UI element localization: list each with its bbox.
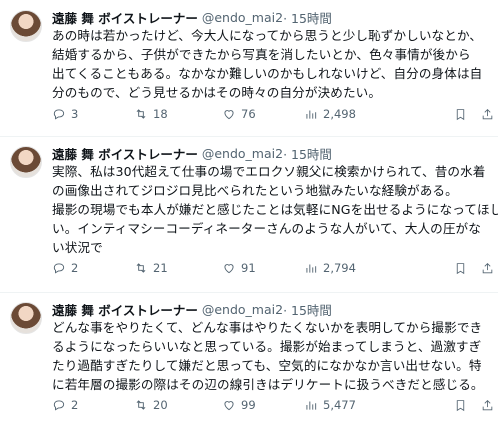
bookmark-button[interactable]	[454, 108, 467, 121]
retweet-icon	[136, 109, 146, 119]
tweet-actions: 2 21 91 2,794	[52, 261, 494, 275]
heart-icon	[224, 110, 234, 120]
retweet-button[interactable]: 21	[134, 261, 222, 275]
share-button[interactable]	[481, 399, 494, 412]
share-icon	[482, 108, 493, 119]
view-count: 2,794	[323, 261, 356, 275]
tweet-actions: 3 18 76 2,498	[52, 107, 494, 121]
retweet-icon	[136, 263, 146, 273]
reply-icon	[53, 400, 65, 411]
handle[interactable]: @endo_mai2	[202, 10, 283, 25]
share-icon	[482, 399, 493, 410]
reply-icon	[53, 263, 65, 274]
retweet-count: 18	[153, 107, 168, 121]
views-chart-icon	[306, 401, 317, 410]
tweet-header: 遠藤 舞 ボイストレーナー @endo_mai2 · 15時間	[52, 8, 332, 26]
avatar[interactable]	[10, 146, 42, 178]
tweet-text-line: 分のもので、どう見せるかはその時々の自分が決めたい。	[52, 85, 382, 100]
views-button[interactable]: 2,498	[304, 107, 454, 121]
timestamp[interactable]: · 15時間	[283, 144, 332, 163]
tweet-text-line: 実際、私は30代超えて仕事の場でエロクソ親父に検索かけられて、昔の水着	[52, 164, 486, 179]
tweet-header: 遠藤 舞 ボイストレーナー @endo_mai2 · 15時間	[52, 300, 332, 318]
tweet-text-line: 結婚するから、子供ができたから写真を消したいとか、色々事情が後から	[52, 47, 471, 62]
tweet[interactable]: 遠藤 舞 ボイストレーナー @endo_mai2 · 15時間 どんな事をやりた…	[0, 292, 498, 435]
views-chart-icon	[306, 264, 317, 273]
avatar[interactable]	[10, 302, 42, 334]
retweet-count: 20	[153, 398, 168, 412]
views-button[interactable]: 5,477	[304, 398, 454, 412]
handle[interactable]: @endo_mai2	[202, 302, 283, 317]
tweet-text-line: い。インティマシーコーディネーターさんのような人がいて、大人の圧がな	[52, 221, 481, 236]
tweet-text-line: どんな事をやりたくて、どんな事はやりたくないかを表明してから撮影でき	[52, 320, 483, 335]
like-button[interactable]: 91	[222, 261, 304, 275]
avatar[interactable]	[10, 10, 42, 42]
tweet-text: どんな事をやりたくて、どんな事はやりたくないかを表明してから撮影でき るようにな…	[52, 318, 490, 394]
like-button[interactable]: 76	[222, 107, 304, 121]
view-count: 5,477	[323, 398, 356, 412]
reply-icon	[53, 109, 65, 120]
timestamp[interactable]: · 15時間	[283, 300, 332, 319]
like-button[interactable]: 99	[222, 398, 304, 412]
retweet-button[interactable]: 20	[134, 398, 222, 412]
like-count: 99	[241, 398, 256, 412]
retweet-count: 21	[153, 261, 168, 275]
bookmark-icon	[456, 399, 465, 411]
tweet-text-line: い状況で	[52, 240, 103, 255]
display-name[interactable]: 遠藤 舞 ボイストレーナー	[52, 144, 198, 163]
tweet-header: 遠藤 舞 ボイストレーナー @endo_mai2 · 15時間	[52, 144, 332, 162]
reply-button[interactable]: 3	[52, 107, 134, 121]
like-count: 76	[241, 107, 256, 121]
heart-icon	[224, 401, 234, 411]
retweet-icon	[136, 400, 146, 410]
bookmark-icon	[456, 262, 465, 274]
tweet-text-line: 出てくることもある。なかなか難しいのかもしれないけど、自分の身体は自	[52, 66, 483, 81]
tweet-text-line: 撮影の現場でも本人が嫌だと感じたことは気軽にNGを出せるようになってほし	[52, 202, 498, 217]
tweet-text: あの時は若かったけど、今大人になってから思うと少し恥ずかしいなとか、 結婚するか…	[52, 26, 490, 102]
bookmark-button[interactable]	[454, 399, 467, 412]
share-button[interactable]	[481, 108, 494, 121]
view-count: 2,498	[323, 107, 356, 121]
like-count: 91	[241, 261, 256, 275]
reply-count: 2	[71, 261, 79, 275]
reply-count: 3	[71, 107, 79, 121]
reply-count: 2	[71, 398, 79, 412]
reply-button[interactable]: 2	[52, 261, 134, 275]
tweet-text-line: るようになったらいいなと思っている。撮影が始まってしまうと、過激すぎ	[52, 339, 482, 354]
tweet-text-line: に若年層の撮影の際はその辺の線引きはデリケートに扱うべきだと感じる。	[52, 377, 484, 392]
views-button[interactable]: 2,794	[304, 261, 454, 275]
retweet-button[interactable]: 18	[134, 107, 222, 121]
display-name[interactable]: 遠藤 舞 ボイストレーナー	[52, 8, 198, 27]
bookmark-icon	[456, 108, 465, 120]
tweet[interactable]: 遠藤 舞 ボイストレーナー @endo_mai2 · 15時間 実際、私は30代…	[0, 136, 498, 293]
timestamp[interactable]: · 15時間	[283, 8, 332, 27]
share-icon	[482, 262, 493, 273]
tweet-actions: 2 20 99 5,477	[52, 398, 494, 412]
tweet-text-line: あの時は若かったけど、今大人になってから思うと少し恥ずかしいなとか、	[52, 28, 483, 43]
bookmark-button[interactable]	[454, 262, 467, 275]
tweet-text: 実際、私は30代超えて仕事の場でエロクソ親父に検索かけられて、昔の水着 の画像出…	[52, 162, 498, 257]
tweet-text-line: たり過酷すぎたりして嫌だと思っても、空気的になかなか言い出せない。特	[52, 358, 482, 373]
handle[interactable]: @endo_mai2	[202, 146, 283, 161]
display-name[interactable]: 遠藤 舞 ボイストレーナー	[52, 300, 198, 319]
views-chart-icon	[306, 110, 317, 119]
tweet-text-line: の画像出されてジロジロ見比べられたという地獄みたいな経験がある。	[52, 183, 458, 198]
tweet[interactable]: 遠藤 舞 ボイストレーナー @endo_mai2 · 15時間 あの時は若かった…	[0, 0, 498, 137]
reply-button[interactable]: 2	[52, 398, 134, 412]
share-button[interactable]	[481, 262, 494, 275]
heart-icon	[224, 264, 234, 274]
